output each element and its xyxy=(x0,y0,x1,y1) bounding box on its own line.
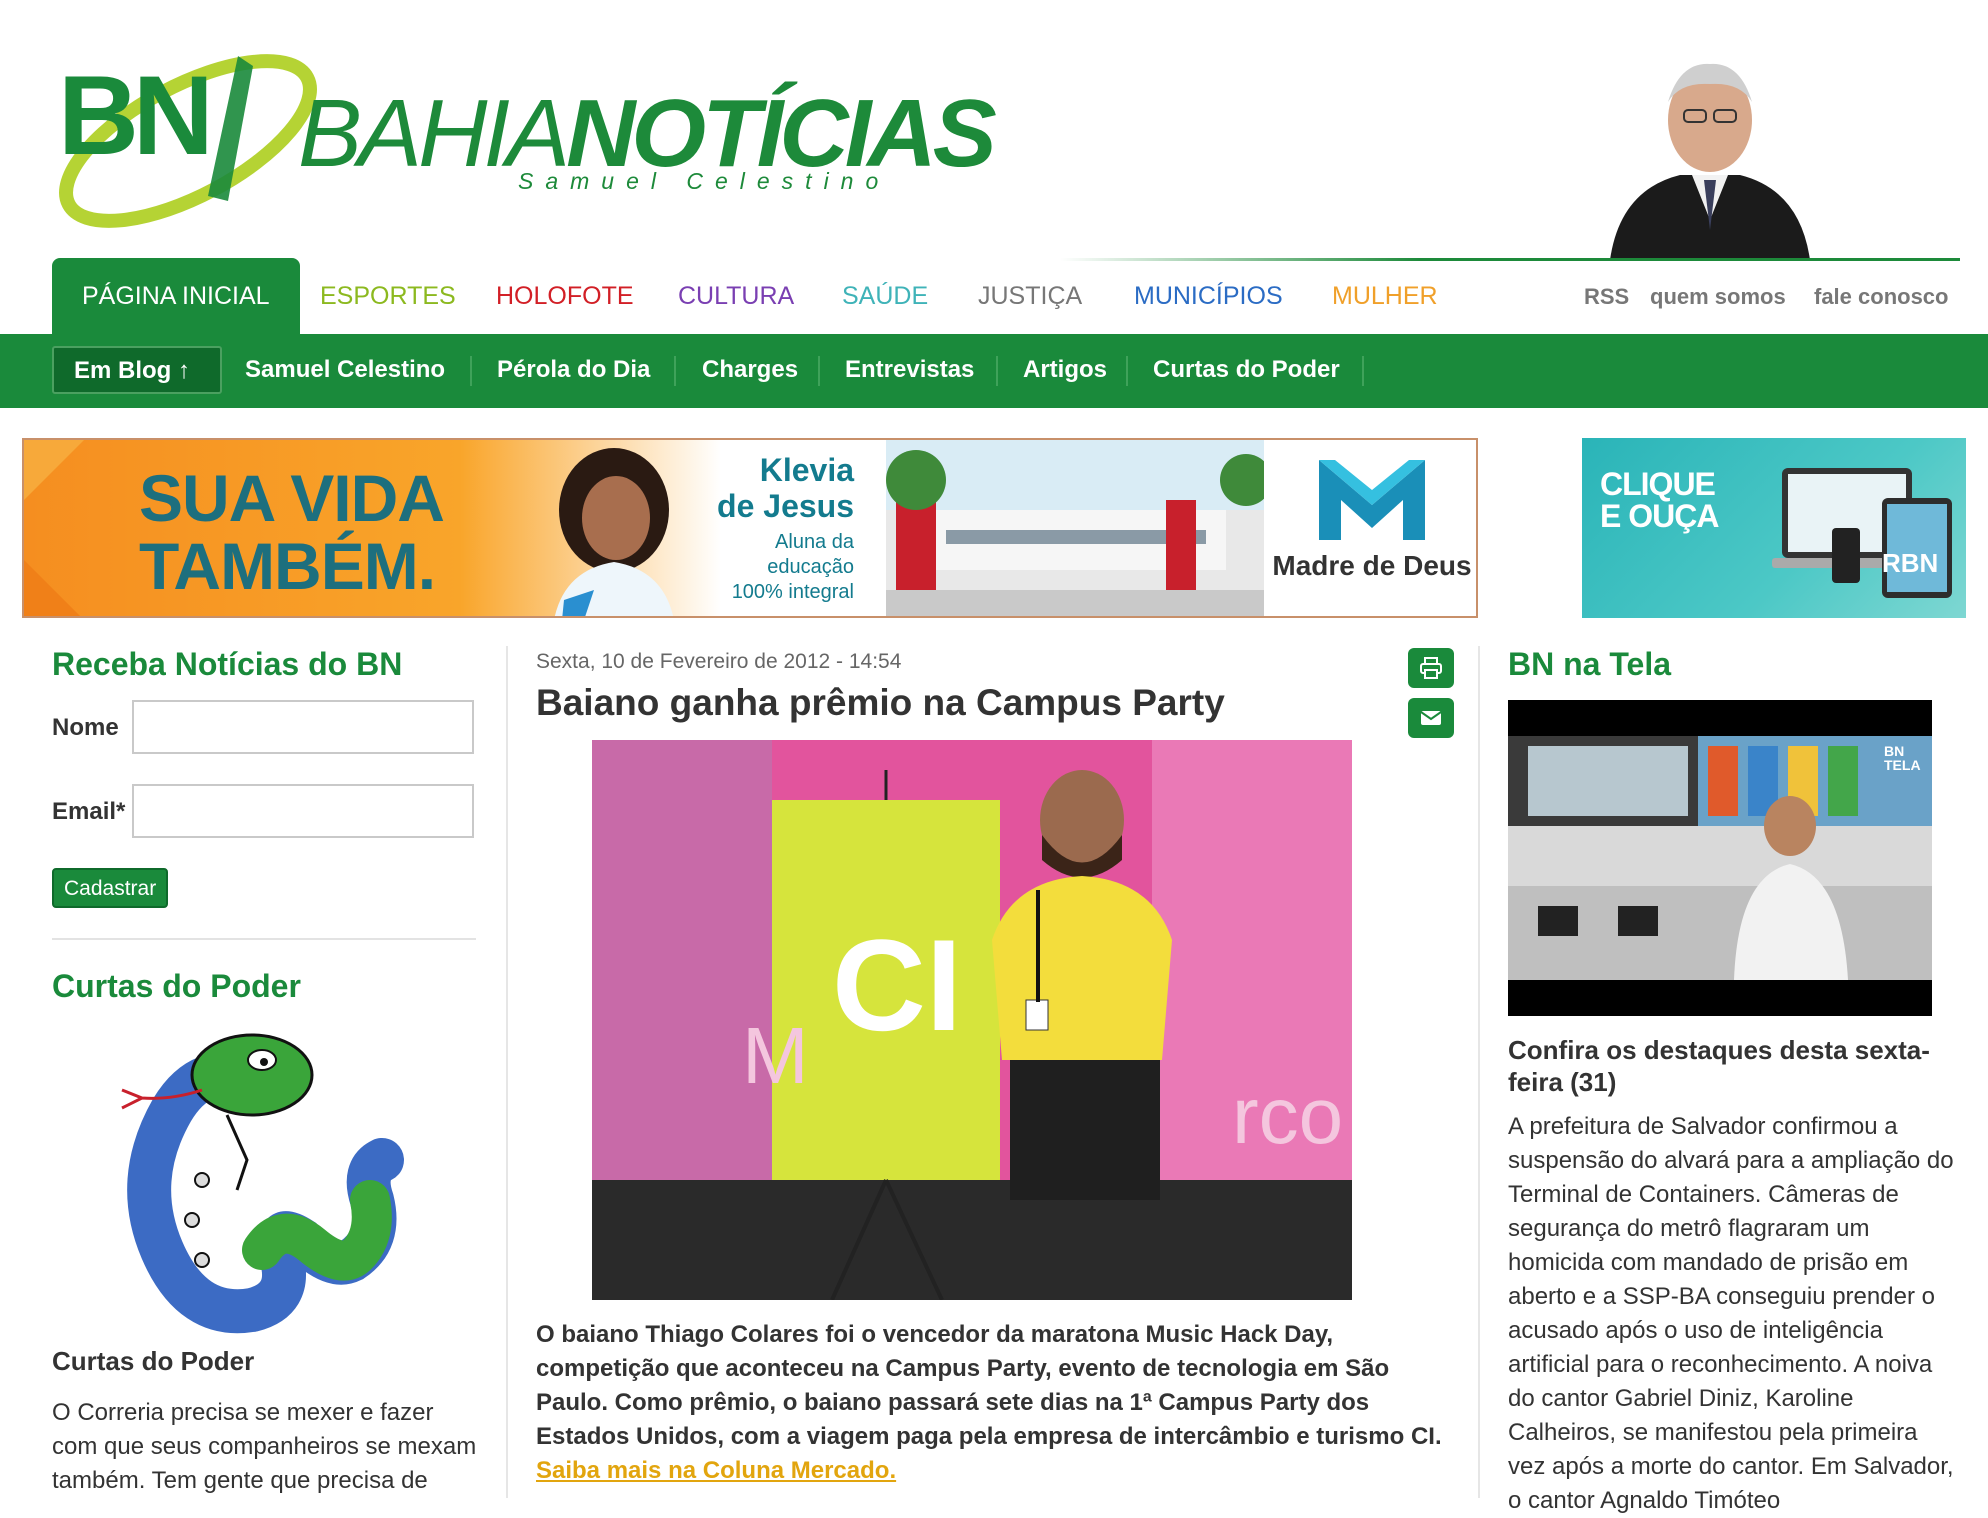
subnav-separator xyxy=(470,356,472,386)
bn-logo-mark: BN xyxy=(58,53,317,228)
madre-de-deus-logo xyxy=(1264,440,1476,616)
subnav-separator xyxy=(1126,356,1128,386)
email-input[interactable] xyxy=(132,784,474,838)
tab-mulher[interactable]: MULHER xyxy=(1332,258,1438,334)
article-link-coluna-mercado[interactable]: Saiba mais na Coluna Mercado. xyxy=(536,1457,896,1484)
article-date: Sexta, 10 de Fevereiro de 2012 - 14:54 xyxy=(536,650,902,673)
subnav-separator xyxy=(674,356,676,386)
site-logo[interactable]: BN BAHIANOTÍCIAS Samuel Celestino xyxy=(48,36,997,236)
cadastrar-button[interactable]: Cadastrar xyxy=(52,868,168,908)
column-separator xyxy=(506,646,508,1498)
column-separator xyxy=(1478,646,1480,1498)
ad-banner-rbn-radio[interactable]: CLIQUE E OUÇA RBN xyxy=(1582,438,1966,618)
print-button[interactable] xyxy=(1408,648,1454,688)
section-divider xyxy=(52,938,476,940)
photo-backdrop-letter: M xyxy=(742,1011,809,1100)
subnav-artigos[interactable]: Artigos xyxy=(1023,356,1107,384)
subnav-perola-do-dia[interactable]: Pérola do Dia xyxy=(497,356,650,384)
envelope-icon xyxy=(1420,711,1442,725)
tab-pagina-inicial[interactable]: PÁGINA INICIAL xyxy=(52,258,300,334)
article-photo: CI M rco xyxy=(592,740,1352,1300)
article-body: O baiano Thiago Colares foi o vencedor d… xyxy=(536,1318,1458,1488)
ad-banner-madre-de-deus[interactable]: SUA VIDA TAMBÉM. Klevia de Jesus Aluna d… xyxy=(22,438,1478,618)
subnav-separator xyxy=(996,356,998,386)
banner-headline: SUA VIDA TAMBÉM. xyxy=(139,461,445,603)
banner-student-name: Klevia de Jesus xyxy=(717,452,854,524)
svg-text:BN: BN xyxy=(58,53,208,178)
banner-student-photo xyxy=(554,448,674,616)
link-fale-conosco[interactable]: fale conosco xyxy=(1814,284,1948,310)
tab-saude[interactable]: SAÚDE xyxy=(842,258,928,334)
link-quem-somos[interactable]: quem somos xyxy=(1650,284,1786,310)
name-label: Nome xyxy=(52,714,119,741)
subnav-separator xyxy=(1362,356,1364,386)
tab-justica[interactable]: JUSTIÇA xyxy=(978,258,1082,334)
article-title: Baiano ganha prêmio na Campus Party xyxy=(536,682,1225,723)
curtas-summary: O Correria precisa se mexer e fazer com … xyxy=(52,1399,477,1494)
em-blog-button[interactable]: Em Blog ↑ xyxy=(52,346,222,394)
banner-side-text: CLIQUE E OUÇA xyxy=(1600,466,1719,534)
article-text: O baiano Thiago Colares foi o vencedor d… xyxy=(536,1321,1442,1450)
newsletter-title: Receba Notícias do BN xyxy=(52,646,403,682)
banner-student-caption: Aluna da educação 100% integral xyxy=(731,531,854,603)
video-frame xyxy=(1508,736,1932,980)
m-logo-icon xyxy=(1319,460,1425,540)
blog-subnav: Em Blog ↑ Samuel Celestino Pérola do Dia… xyxy=(0,334,1988,408)
columnist-portrait xyxy=(1610,63,1810,260)
bn-na-tela-title: BN na Tela xyxy=(1508,646,1671,682)
tab-esportes[interactable]: ESPORTES xyxy=(320,258,456,334)
curtas-snake-illustration[interactable] xyxy=(52,1020,478,1340)
bn-na-tela-video[interactable]: BN TELA xyxy=(1508,700,1932,1016)
article-photo-scene xyxy=(592,740,1352,1300)
devices-illustration xyxy=(1772,468,1952,598)
photo-backdrop-text: rco xyxy=(1232,1071,1344,1160)
subnav-charges[interactable]: Charges xyxy=(702,356,798,384)
madre-de-deus-name: Madre de Deus xyxy=(1272,550,1472,581)
video-subtitle[interactable]: Confira os destaques desta sexta-feira (… xyxy=(1508,1034,1958,1098)
banner-school-building xyxy=(886,440,1266,616)
rbn-logo: RBN xyxy=(1882,548,1939,578)
tab-cultura[interactable]: CULTURA xyxy=(678,258,794,334)
subnav-curtas-do-poder[interactable]: Curtas do Poder xyxy=(1153,356,1340,384)
subnav-separator xyxy=(818,356,820,386)
email-share-button[interactable] xyxy=(1408,698,1454,738)
tab-municipios[interactable]: MUNICÍPIOS xyxy=(1134,258,1283,334)
bn-tela-badge: BN TELA xyxy=(1884,743,1921,773)
ci-banner-logo: CI xyxy=(832,912,962,1058)
tab-holofote[interactable]: HOLOFOTE xyxy=(496,258,634,334)
subnav-entrevistas[interactable]: Entrevistas xyxy=(845,356,974,384)
link-rss[interactable]: RSS xyxy=(1584,284,1629,310)
subnav-samuel-celestino[interactable]: Samuel Celestino xyxy=(245,356,445,384)
name-input[interactable] xyxy=(132,700,474,754)
logo-subtitle: Samuel Celestino xyxy=(518,168,891,194)
print-icon xyxy=(1420,657,1442,679)
email-label: Email* xyxy=(52,798,126,825)
curtas-title: Curtas do Poder xyxy=(52,968,301,1004)
video-summary: A prefeitura de Salvador confirmou a sus… xyxy=(1508,1113,1954,1514)
curtas-subtitle[interactable]: Curtas do Poder xyxy=(52,1346,254,1377)
